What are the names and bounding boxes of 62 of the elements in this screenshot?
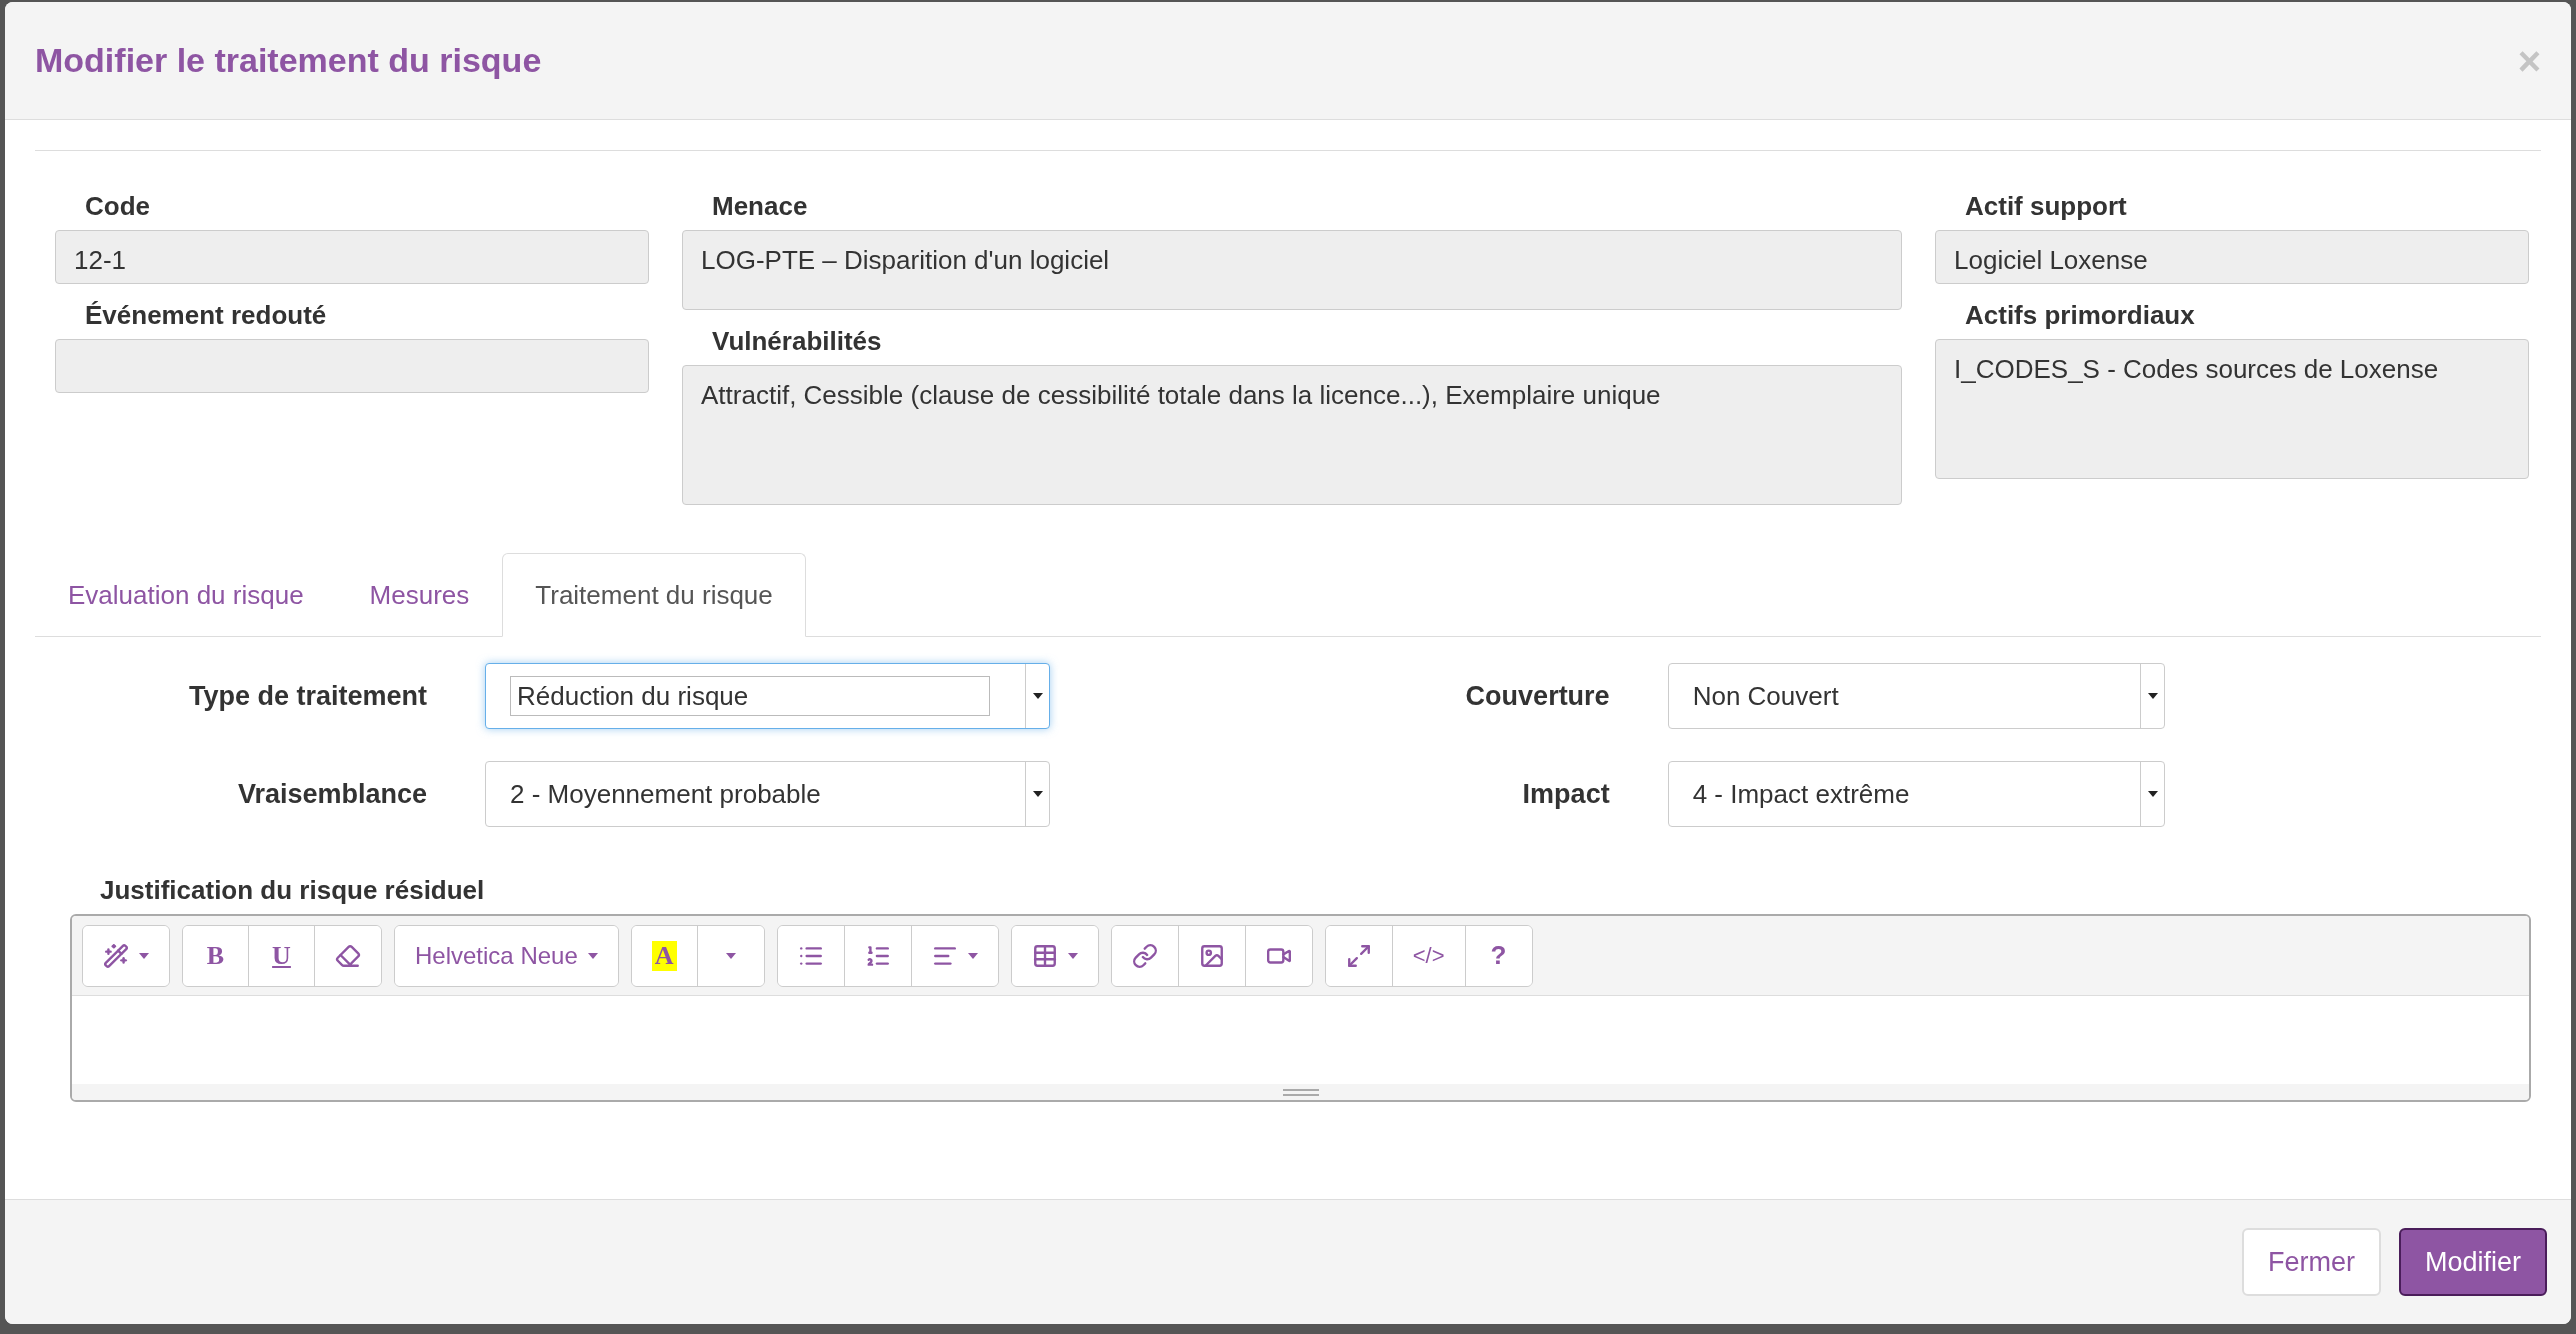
form-label: Couverture bbox=[1464, 679, 1611, 713]
eraser-icon bbox=[335, 942, 361, 969]
tab[interactable]: Traitement du risque bbox=[502, 553, 806, 637]
field-label: Menace bbox=[711, 190, 809, 223]
field-label: Actif support bbox=[1964, 190, 2128, 223]
expand-icon bbox=[1345, 942, 1372, 969]
dropdown-select[interactable]: 4 - Impact extrême bbox=[1667, 761, 2165, 827]
align-button[interactable] bbox=[911, 925, 998, 986]
video-button[interactable] bbox=[1245, 925, 1312, 986]
resize-handle[interactable] bbox=[72, 1084, 2529, 1100]
image-icon bbox=[1198, 942, 1225, 969]
field-label: Code bbox=[84, 190, 151, 223]
form-label: Vraisemblance bbox=[236, 777, 428, 811]
ul-button[interactable] bbox=[777, 925, 845, 986]
magic-button[interactable] bbox=[83, 925, 169, 986]
select-value: Non Couvert bbox=[1692, 679, 1839, 713]
help-button[interactable]: ? bbox=[1465, 925, 1532, 986]
caret-icon bbox=[2147, 693, 2158, 699]
dropdown-select[interactable]: 2 - Moyennement probable bbox=[485, 761, 1050, 827]
dropdown-select[interactable]: Non Couvert bbox=[1667, 663, 2165, 729]
ol-button[interactable] bbox=[844, 925, 912, 986]
form-label: Impact bbox=[1521, 777, 1611, 811]
dialog-title: Modifier le traitement du risque bbox=[35, 40, 542, 81]
select-value: Réduction du risque bbox=[510, 676, 990, 716]
caret-icon bbox=[1032, 693, 1043, 699]
fullscreen-button[interactable] bbox=[1325, 925, 1393, 986]
code-button[interactable]: </> bbox=[1392, 925, 1466, 986]
caret-icon bbox=[1067, 952, 1078, 959]
tab[interactable]: Evaluation du risque bbox=[35, 553, 337, 637]
read-only-field: 12-1 bbox=[55, 230, 649, 284]
magic-wand-icon bbox=[103, 942, 129, 969]
read-only-field: LOG-PTE – Disparition d'un logiciel bbox=[682, 230, 1902, 310]
bold-button[interactable]: B bbox=[183, 925, 249, 986]
caret-icon bbox=[725, 952, 736, 959]
form-label: Type de traitement bbox=[187, 679, 428, 713]
link-button[interactable] bbox=[1111, 925, 1179, 986]
field-label: Actifs primordiaux bbox=[1964, 299, 2196, 332]
editor-label: Justification du risque résiduel bbox=[99, 874, 486, 907]
select-value: 2 - Moyennement probable bbox=[510, 777, 821, 811]
select-value: 4 - Impact extrême bbox=[1692, 777, 1910, 811]
read-only-field: Attractif, Cessible (clause de cessibilité totale dans la licence...), Exemplaire unique bbox=[682, 365, 1902, 505]
field-label: Vulnérabilités bbox=[711, 325, 883, 358]
tab[interactable]: Mesures bbox=[336, 553, 503, 637]
table-button[interactable] bbox=[1011, 925, 1098, 986]
caret-icon bbox=[139, 952, 149, 959]
color-button[interactable]: A bbox=[631, 925, 698, 986]
caret-icon bbox=[1032, 791, 1043, 797]
image-button[interactable] bbox=[1178, 925, 1246, 986]
close-dialog-button[interactable]: Fermer bbox=[2241, 1228, 2381, 1296]
table-icon bbox=[1031, 942, 1058, 969]
read-only-field: I_CODES_S - Codes sources de Loxense bbox=[1935, 339, 2529, 479]
caret-icon bbox=[587, 952, 598, 959]
underline-button[interactable]: U bbox=[249, 925, 315, 986]
link-icon bbox=[1131, 942, 1158, 969]
font-button[interactable]: Helvetica Neue bbox=[395, 925, 618, 986]
caret-icon bbox=[2147, 791, 2158, 797]
field-label: Événement redouté bbox=[84, 299, 328, 332]
caret-icon bbox=[967, 952, 978, 959]
read-only-field: Logiciel Loxense bbox=[1935, 230, 2529, 284]
modify-button[interactable]: Modifier bbox=[2398, 1228, 2547, 1296]
eraser-button[interactable] bbox=[315, 925, 381, 986]
dropdown-select[interactable]: Réduction du risque bbox=[485, 663, 1050, 729]
